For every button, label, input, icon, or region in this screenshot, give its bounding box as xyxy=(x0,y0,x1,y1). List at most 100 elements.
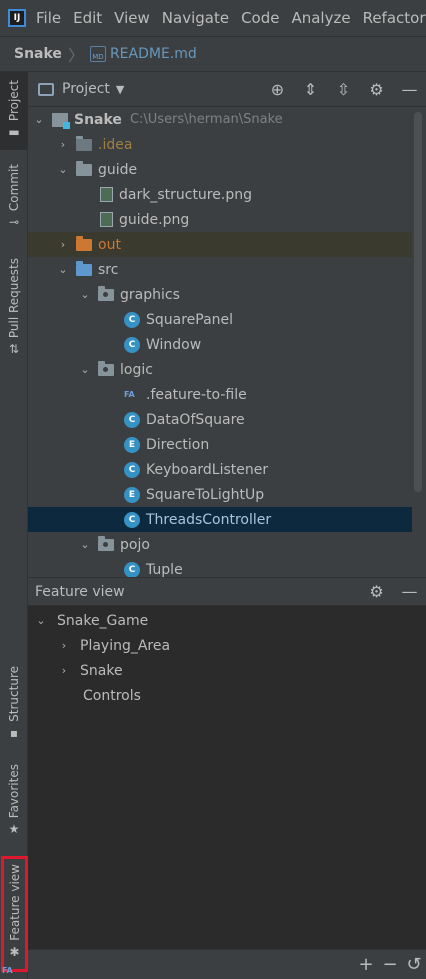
chevron-right-icon[interactable]: › xyxy=(56,138,70,151)
feature-item-label: Snake xyxy=(80,662,123,679)
chevron-down-icon[interactable]: ⌄ xyxy=(56,163,70,176)
enum-icon: E xyxy=(124,436,140,453)
add-icon[interactable]: + xyxy=(354,954,378,975)
collapse-all-icon[interactable]: ⇳ xyxy=(327,80,360,99)
tab-commit[interactable]: Commit ⊸ xyxy=(0,164,28,234)
pull-request-icon: ⇅ xyxy=(8,342,20,357)
chevron-right-icon[interactable]: › xyxy=(56,238,70,251)
project-panel-title[interactable]: Project xyxy=(62,81,110,97)
feature-view-title: Feature view xyxy=(35,583,125,600)
tree-item-pojo[interactable]: ⌄ pojo xyxy=(28,532,412,557)
chevron-right-icon[interactable]: › xyxy=(57,664,71,677)
folder-icon: ▬ xyxy=(8,125,20,140)
menu-view[interactable]: View xyxy=(114,9,150,27)
folder-icon xyxy=(76,135,92,151)
feature-star-icon: ✱ xyxy=(9,944,20,959)
tab-structure[interactable]: Structure ▪ xyxy=(0,666,28,744)
tree-item-class[interactable]: C SquarePanel xyxy=(28,307,412,332)
tree-item-idea[interactable]: › .idea xyxy=(28,132,412,157)
tree-item-label: dark_structure.png xyxy=(119,186,252,203)
feature-item[interactable]: › Playing_Area xyxy=(28,633,426,658)
tree-item-class[interactable]: C KeyboardListener xyxy=(28,457,412,482)
feature-annotation-icon: FA xyxy=(124,390,135,399)
hide-panel-icon[interactable]: — xyxy=(393,80,426,99)
tab-commit-label: Commit xyxy=(7,164,21,212)
class-icon: C xyxy=(124,461,140,478)
package-icon xyxy=(98,360,114,376)
tab-favorites[interactable]: Favorites ★ xyxy=(0,764,28,844)
tree-item-logic[interactable]: ⌄ logic xyxy=(28,357,412,382)
tree-item-class[interactable]: C DataOfSquare xyxy=(28,407,412,432)
chevron-down-icon[interactable]: ⌄ xyxy=(34,614,48,627)
markdown-file-icon: MD xyxy=(89,46,106,62)
tree-item-label: SquarePanel xyxy=(146,311,234,328)
package-icon xyxy=(98,535,114,551)
tree-item-file[interactable]: guide.png xyxy=(28,207,412,232)
chevron-down-icon[interactable]: ⌄ xyxy=(78,363,92,376)
tree-item-label: guide.png xyxy=(119,211,190,228)
tree-item-file[interactable]: dark_structure.png xyxy=(28,182,412,207)
tree-item-out[interactable]: › out xyxy=(28,232,412,257)
feature-item-label: Controls xyxy=(83,687,141,704)
image-file-icon xyxy=(100,212,113,227)
gear-icon[interactable]: ⚙ xyxy=(360,582,393,601)
project-view-icon xyxy=(38,82,54,96)
tree-item-label: ThreadsController xyxy=(146,511,272,528)
breadcrumb-file[interactable]: README.md xyxy=(110,46,197,62)
tree-item-class-selected[interactable]: C ThreadsController xyxy=(28,507,412,532)
feature-item[interactable]: Controls xyxy=(28,683,426,708)
tree-item-label: Window xyxy=(146,336,202,353)
feature-item-root[interactable]: ⌄ Snake_Game xyxy=(28,608,426,633)
tab-feature-view[interactable]: Feature view ✱ xyxy=(1,856,28,972)
feature-item[interactable]: › Snake xyxy=(28,658,426,683)
tree-item-label: logic xyxy=(120,361,153,378)
tree-item-class[interactable]: C Tuple xyxy=(28,557,412,577)
chevron-down-icon[interactable]: ▼ xyxy=(116,83,124,96)
chevron-down-icon[interactable]: ⌄ xyxy=(32,113,46,126)
tab-feature-view-label: Feature view xyxy=(7,864,22,941)
tree-item-class[interactable]: C Window xyxy=(28,332,412,357)
tree-item-src[interactable]: ⌄ src xyxy=(28,257,412,282)
tree-item-graphics[interactable]: ⌄ graphics xyxy=(28,282,412,307)
remove-icon[interactable]: − xyxy=(378,954,402,975)
feature-tree: ⌄ Snake_Game › Playing_Area › Snake Cont… xyxy=(28,606,426,950)
breadcrumb-project[interactable]: Snake xyxy=(14,46,62,62)
intellij-logo-icon[interactable]: IJ xyxy=(8,9,26,27)
tree-item-label: KeyboardListener xyxy=(146,461,269,478)
chevron-down-icon[interactable]: ⌄ xyxy=(56,263,70,276)
menu-code[interactable]: Code xyxy=(241,9,279,27)
chevron-right-icon[interactable]: › xyxy=(57,639,71,652)
tree-item-enum[interactable]: E Direction xyxy=(28,432,412,457)
tree-item-label: DataOfSquare xyxy=(146,411,245,428)
tree-item-label: .idea xyxy=(98,136,133,153)
tree-item-enum[interactable]: E SquareToLightUp xyxy=(28,482,412,507)
tree-item-label: graphics xyxy=(120,286,180,303)
feature-view-panel: Feature view ⚙ — ⌄ Snake_Game › Playing_… xyxy=(28,577,426,979)
undo-icon[interactable]: ↺ xyxy=(402,954,426,975)
tree-item-guide[interactable]: ⌄ guide xyxy=(28,157,412,182)
image-file-icon xyxy=(100,187,113,202)
structure-icon: ▪ xyxy=(9,725,19,740)
tab-pull-requests[interactable]: Pull Requests ⇅ xyxy=(0,258,28,362)
chevron-down-icon[interactable]: ⌄ xyxy=(78,538,92,551)
expand-all-icon[interactable]: ⇕ xyxy=(294,80,327,99)
tree-item-path: C:\Users\herman\Snake xyxy=(129,112,283,127)
menu-refactor[interactable]: Refactor xyxy=(363,9,426,27)
menu-edit[interactable]: Edit xyxy=(73,9,102,27)
star-icon: ★ xyxy=(8,822,20,837)
project-panel-header: Project ▼ ⊕ ⇕ ⇳ ⚙ — xyxy=(28,72,426,107)
tree-item-feature-file[interactable]: FA .feature-to-file xyxy=(28,382,412,407)
left-tool-strip: Project ▬ Commit ⊸ Pull Requests ⇅ Struc… xyxy=(0,72,28,979)
feature-view-header: Feature view ⚙ — xyxy=(28,578,426,606)
source-folder-icon xyxy=(76,260,92,276)
tab-project[interactable]: Project ▬ xyxy=(0,72,28,150)
gear-icon[interactable]: ⚙ xyxy=(360,80,393,99)
hide-panel-icon[interactable]: — xyxy=(393,582,426,601)
tree-item-root[interactable]: ⌄ Snake C:\Users\herman\Snake xyxy=(28,107,412,132)
chevron-down-icon[interactable]: ⌄ xyxy=(78,288,92,301)
vertical-scrollbar[interactable] xyxy=(414,112,422,492)
menu-analyze[interactable]: Analyze xyxy=(291,9,350,27)
menu-file[interactable]: File xyxy=(36,9,61,27)
menu-navigate[interactable]: Navigate xyxy=(162,9,229,27)
locate-file-icon[interactable]: ⊕ xyxy=(261,80,294,99)
